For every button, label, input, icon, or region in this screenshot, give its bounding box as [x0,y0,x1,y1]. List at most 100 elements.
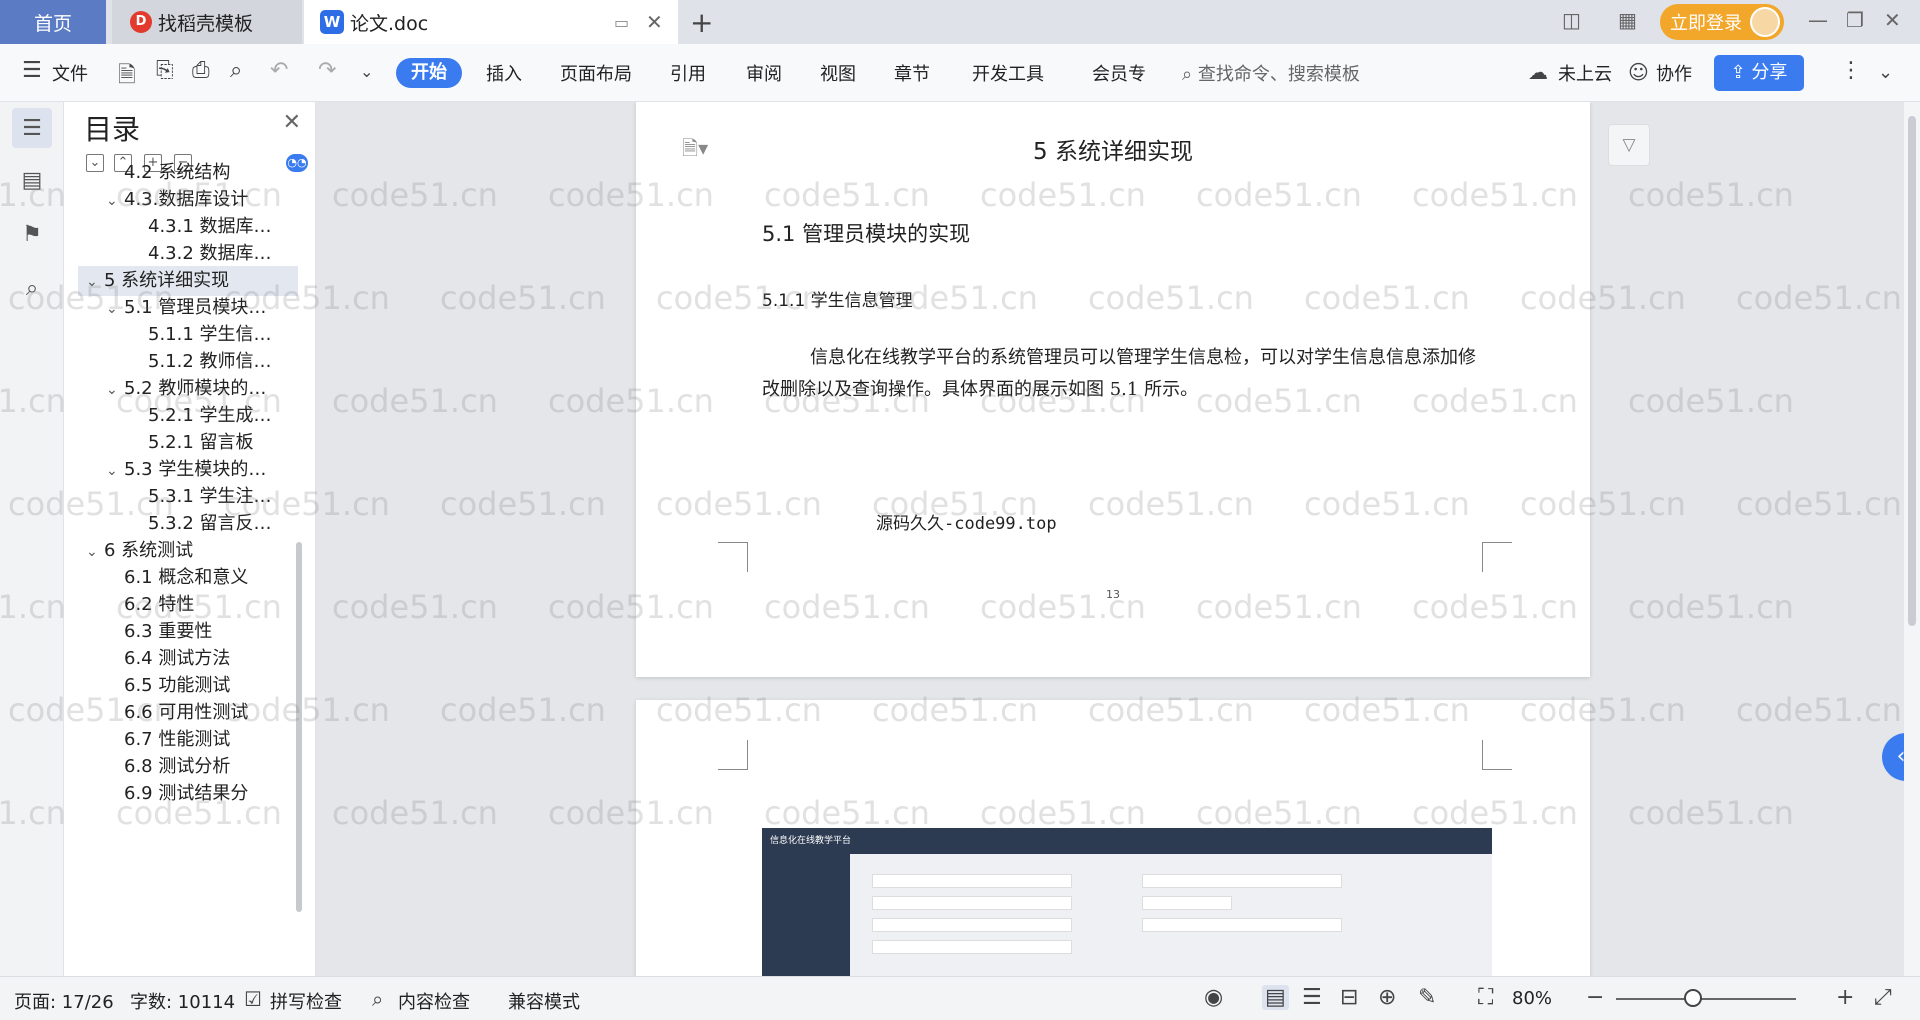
toc-item[interactable]: 5.2.1 留言板 [78,428,298,458]
chevron-down-icon[interactable]: ⌄ [86,537,104,566]
document-scrollbar[interactable] [1904,102,1920,976]
more-chevron-icon[interactable]: ⌄ [360,62,373,81]
tab-review[interactable]: 审阅 [746,60,782,86]
tab-chapter[interactable]: 章节 [894,60,930,86]
content-check-button[interactable]: 内容检查 [398,988,470,1014]
toc-item[interactable]: 4.2 系统结构 [78,158,298,188]
fold-page-icon[interactable]: ▽ [1608,124,1650,166]
toc-item[interactable]: 5.3.1 学生注… [78,482,298,512]
scrollbar-thumb[interactable] [1908,116,1916,626]
login-button[interactable]: 立即登录 [1660,4,1784,40]
file-menu[interactable]: 文件 [52,60,88,86]
toc-item-label: 5.3.2 留言反… [148,513,272,534]
spell-check-button[interactable]: 拼写检查 [270,988,342,1014]
toc-item[interactable]: 4.3.1 数据库… [78,212,298,242]
menu-icon[interactable]: ☰ [22,58,42,83]
tabs-scroll-right-icon[interactable]: › [1138,63,1144,79]
collab-button[interactable]: 协作 [1656,60,1692,86]
toc-item[interactable]: 5.1.2 教师信… [78,347,298,377]
tab-daoke-templates[interactable]: D 找稻壳模板 [112,0,302,44]
zoom-level[interactable]: 80% [1512,988,1552,1009]
zoom-in-icon[interactable]: + [1836,985,1854,1010]
save-icon[interactable]: 🗎 [118,58,136,96]
cloud-status[interactable]: 未上云 [1558,60,1612,86]
word-count[interactable]: 字数: 10114 [130,988,235,1014]
chevron-down-icon[interactable]: ⌄ [106,186,124,215]
chevron-down-icon[interactable]: ⌄ [106,456,124,485]
close-tab-icon[interactable]: ✕ [646,10,663,34]
toc-item[interactable]: 5.3.2 留言反… [78,509,298,539]
minimize-icon[interactable]: — [1808,8,1828,32]
tab-start[interactable]: 开始 [396,58,462,88]
more-options-icon[interactable]: ⋮ [1840,58,1862,83]
toc-item[interactable]: ⌄ 4.3.数据库设计 [78,185,298,215]
toc-item[interactable]: 6.2 特性 [78,590,298,620]
toc-item[interactable]: 5.2.1 学生成… [78,401,298,431]
close-icon[interactable]: ✕ [283,110,301,135]
chapter-heading: 5 系统详细实现 [1033,139,1193,165]
tab-insert[interactable]: 插入 [486,60,522,86]
restore-icon[interactable]: ❐ [1846,8,1864,32]
chevron-down-icon[interactable]: ⌄ [86,267,104,296]
command-search[interactable]: ⌕ 查找命令、搜索模板 [1182,60,1360,86]
new-tab-icon[interactable]: + [690,6,713,39]
toc-nav-icon[interactable]: ☰ [12,108,52,148]
web-view-icon[interactable]: ⊕ [1378,985,1396,1010]
toc-scrollbar[interactable] [296,542,302,912]
toc-item[interactable]: 6.4 测试方法 [78,644,298,674]
figure-field [1142,896,1232,910]
zoom-slider[interactable] [1616,998,1796,1000]
tab-document[interactable]: W 论文.doc ▭ ✕ [304,0,678,44]
screen-icon[interactable]: ▭ [614,13,629,32]
toc-item[interactable]: 4.3.2 数据库… [78,239,298,269]
zoom-out-icon[interactable]: − [1586,985,1604,1010]
zoom-slider-thumb[interactable] [1684,989,1702,1007]
toc-item[interactable]: 6.5 功能测试 [78,671,298,701]
undo-icon[interactable]: ↶ [270,58,288,83]
toc-item[interactable]: 6.1 概念和意义 [78,563,298,593]
print-icon[interactable]: ⎙ [192,58,210,83]
toc-item[interactable]: 6.3 重要性 [78,617,298,647]
close-window-icon[interactable]: ✕ [1884,8,1901,32]
apps-grid-icon[interactable]: ▦ [1618,8,1637,32]
tab-page-layout[interactable]: 页面布局 [560,60,632,86]
share-button[interactable]: ⇪ 分享 [1714,55,1804,91]
toc-item[interactable]: 6.7 性能测试 [78,725,298,755]
tab-references[interactable]: 引用 [670,60,706,86]
toc-item[interactable]: 6.8 测试分析 [78,752,298,782]
redo-icon[interactable]: ↷ [318,58,336,83]
search-nav-icon[interactable]: ⌕ [12,268,52,308]
eye-protection-icon[interactable]: ◉ [1204,985,1223,1010]
read-view-icon[interactable]: ⊟ [1340,985,1358,1010]
tab-view[interactable]: 视图 [820,60,856,86]
toc-item[interactable]: ⌄ 5.3 学生模块的… [78,455,298,485]
fit-page-icon[interactable]: ⛶ [1478,985,1493,1010]
toc-item[interactable]: 6.9 测试结果分 [78,779,298,809]
export-icon[interactable]: ⎘ [156,58,174,83]
tab-daoke-label: 找稻壳模板 [158,12,254,35]
outline-view-icon[interactable]: ☰ [1302,985,1322,1010]
page-view-icon[interactable]: ▤ [1262,985,1289,1010]
toc-item[interactable]: ⌄ 5.2 教师模块的… [78,374,298,404]
status-bar: 页面: 17/26 字数: 10114 ☑ 拼写检查 ⌕ 内容检查 兼容模式 ◉… [0,976,1920,1020]
fullscreen-icon[interactable]: ⤢ [1874,985,1892,1010]
chapter-nav-icon[interactable]: ▤ [12,160,52,200]
figure-field [1142,874,1342,888]
toc-item[interactable]: ⌄ 5 系统详细实现 [78,266,298,296]
collapse-ribbon-icon[interactable]: ⌄ [1878,62,1893,83]
toc-item[interactable]: ⌄ 6 系统测试 [78,536,298,566]
toc-item[interactable]: 5.1.1 学生信… [78,320,298,350]
document-canvas[interactable]: 🗎▾ 5 系统详细实现 5.1 管理员模块的实现 5.1.1 学生信息管理 信息… [316,102,1904,976]
tab-developer-tools[interactable]: 开发工具 [972,60,1044,86]
page-indicator[interactable]: 页面: 17/26 [14,988,114,1014]
layout-icon[interactable]: ◫ [1562,8,1581,32]
compat-mode: 兼容模式 [508,992,580,1013]
chevron-down-icon[interactable]: ⌄ [106,375,124,404]
toc-item[interactable]: 6.6 可用性测试 [78,698,298,728]
toc-item[interactable]: ⌄ 5.1 管理员模块… [78,293,298,323]
chevron-down-icon[interactable]: ⌄ [106,294,124,323]
write-view-icon[interactable]: ✎ [1418,985,1436,1010]
bookmark-icon[interactable]: ⚑ [12,214,52,254]
tab-home[interactable]: 首页 [0,0,106,44]
print-preview-icon[interactable]: ⌕ [230,58,242,83]
